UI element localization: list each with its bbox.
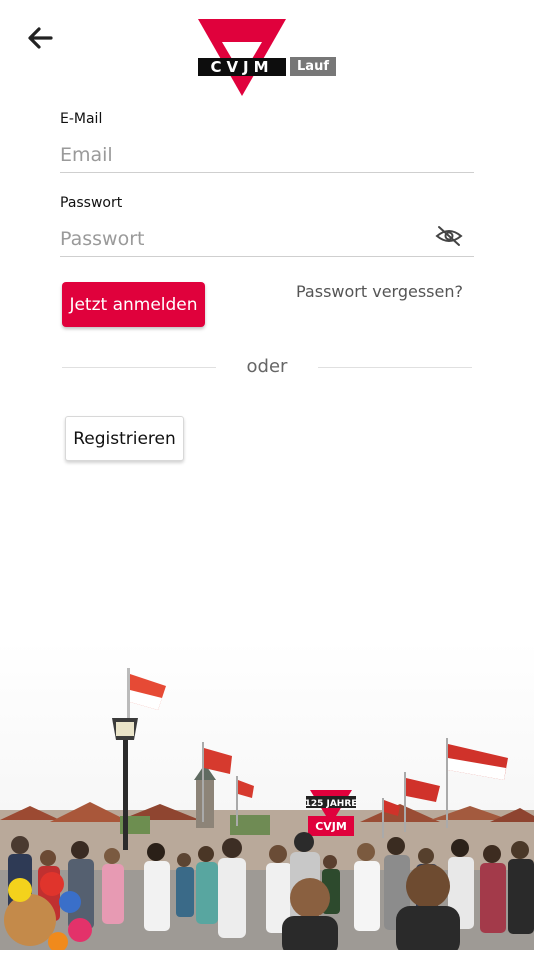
divider-line-left (62, 367, 216, 368)
divider-label: oder (246, 356, 288, 377)
password-visibility-toggle[interactable] (434, 222, 464, 250)
town-crowd-illustration: 125 JAHRE CVJM (0, 640, 534, 954)
login-button[interactable]: Jetzt anmelden (62, 282, 205, 327)
banner-logo-text: CVJM (315, 820, 347, 833)
logo-location-badge: Lauf (290, 57, 336, 76)
cvjm-logo: CVJM Lauf (196, 18, 338, 98)
email-label: E-Mail (60, 111, 103, 127)
password-underline (60, 256, 474, 257)
arrow-left-icon (28, 27, 53, 49)
divider-line-right (318, 367, 472, 368)
eye-off-icon (435, 226, 463, 246)
hero-image: 125 JAHRE CVJM (0, 640, 534, 954)
email-field[interactable] (60, 138, 474, 173)
password-field[interactable] (60, 222, 432, 257)
logo-wordmark: CVJM (198, 58, 286, 76)
password-label: Passwort (60, 195, 123, 211)
back-button[interactable] (22, 20, 58, 56)
forgot-password-link[interactable]: Passwort vergessen? (296, 282, 463, 301)
register-button[interactable]: Registrieren (65, 416, 184, 461)
banner-anniversary-text: 125 JAHRE (305, 799, 358, 809)
